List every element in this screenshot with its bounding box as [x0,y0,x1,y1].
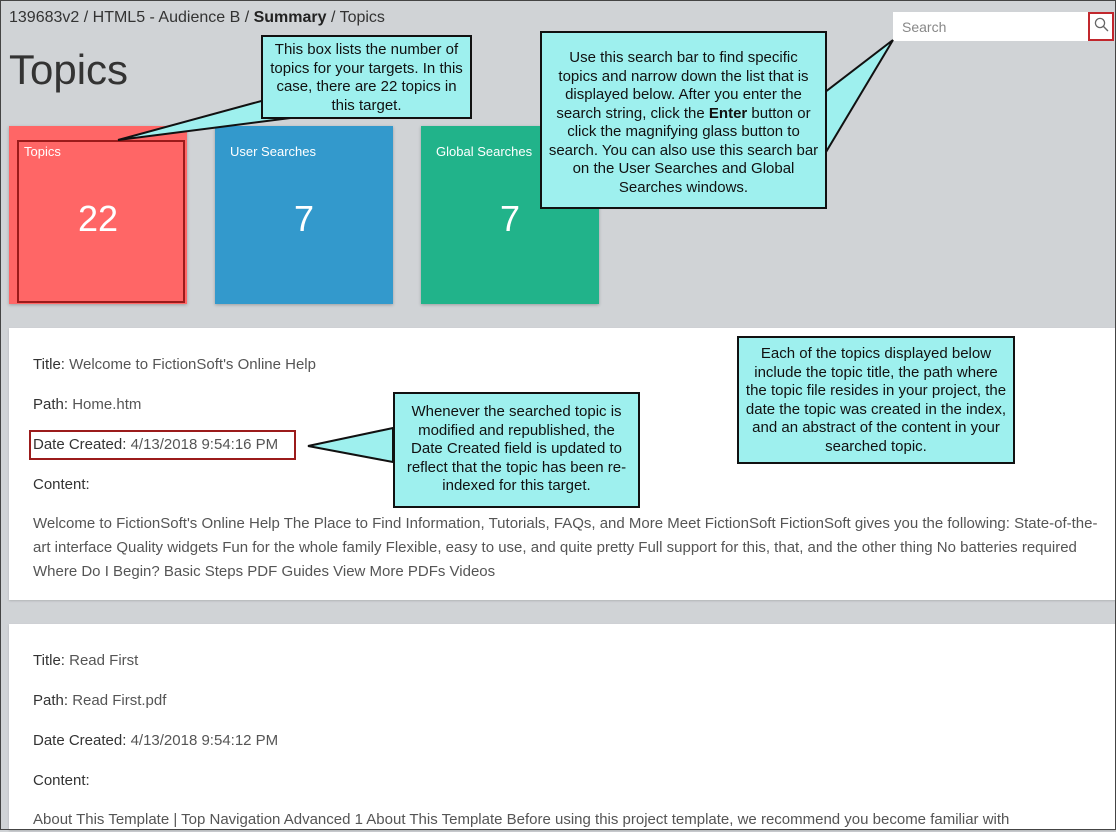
topics-card-label: Topics [24,144,61,159]
field-value: 4/13/2018 9:54:16 PM [130,436,279,453]
magnifier-icon [1094,17,1109,37]
breadcrumb-target[interactable]: HTML5 - Audience B [93,9,241,26]
topic-abstract: Welcome to FictionSoft's Online Help The… [33,515,1098,580]
callout-text-bold: Enter [708,104,748,122]
breadcrumb-project[interactable]: 139683v2 [9,9,79,26]
topic-content-label: Content: [33,476,90,493]
field-label: Date Created: [33,436,127,453]
breadcrumb-separator: / [79,9,93,26]
breadcrumb-current: Topics [339,9,385,26]
breadcrumb-separator: / [240,9,254,26]
breadcrumb-summary[interactable]: Summary [254,9,327,26]
field-value: 4/13/2018 9:54:12 PM [130,732,279,749]
breadcrumb-summary-label: Summary [253,9,327,26]
user-searches-card[interactable]: User Searches 7 [215,126,393,304]
topics-card[interactable]: Topics 22 [9,126,187,304]
field-label: Path: [33,692,69,709]
topic-abstract: About This Template | Top Navigation Adv… [33,811,1010,828]
topic-date-created: Date Created: 4/13/2018 9:54:16 PM [33,436,278,453]
callout-text: Whenever the searched topic is modified … [406,403,627,494]
topic-content-label: Content: [33,772,90,789]
topic-date-created: Date Created: 4/13/2018 9:54:12 PM [33,732,278,749]
field-label: Content: [33,772,90,789]
breadcrumb-separator: / [326,9,340,26]
user-searches-card-label: User Searches [230,144,316,159]
page-title: Topics [9,46,129,93]
topic-title: Title: Welcome to FictionSoft's Online H… [33,356,316,373]
topics-card-count: 22 [77,198,119,239]
field-value: Welcome to FictionSoft's Online Help [69,356,316,373]
callout-search-bar: Use this search bar to find specific top… [540,31,827,209]
field-value: Read First.pdf [72,692,167,709]
field-label: Date Created: [33,732,127,749]
field-label: Title: [33,652,65,669]
callout-topics-box: This box lists the number of topics for … [261,35,472,119]
callout-text: Each of the topics displayed below inclu… [745,345,1007,455]
callout-date-created: Whenever the searched topic is modified … [393,392,640,508]
topic-title: Title: Read First [33,652,138,669]
field-value: Read First [69,652,139,669]
field-value: Home.htm [72,396,142,413]
global-searches-card-label: Global Searches [436,144,533,159]
field-label: Content: [33,476,90,493]
topic-path: Path: Read First.pdf [33,692,166,709]
topic-path: Path: Home.htm [33,396,141,413]
topic-result: Title: Read First Path: Read First.pdf D… [9,624,1116,830]
search-button[interactable] [1088,12,1114,41]
field-label: Title: [33,356,65,373]
field-label: Path: [33,396,69,413]
search-input[interactable] [893,12,1079,41]
callout-text: This box lists the number of topics for … [270,41,463,114]
user-searches-card-count: 7 [293,198,315,239]
breadcrumb: 139683v2 / HTML5 - Audience B / Summary … [9,9,385,27]
search-box [893,12,1114,41]
callout-topics-displayed: Each of the topics displayed below inclu… [737,336,1015,464]
